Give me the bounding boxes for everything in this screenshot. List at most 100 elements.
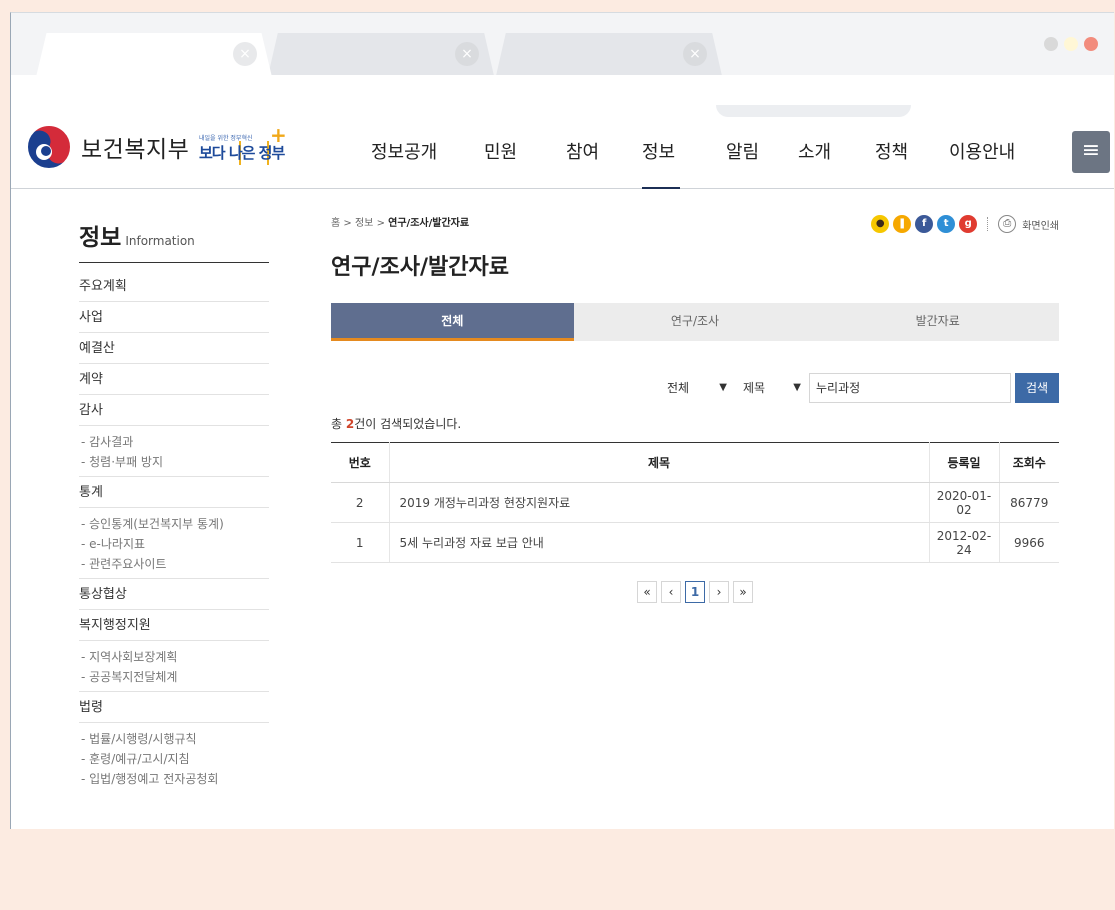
- sidebar-item-budget[interactable]: 예결산: [79, 333, 269, 364]
- close-tab-icon[interactable]: ×: [233, 42, 257, 66]
- sidebar-item-laws[interactable]: 법령: [79, 692, 269, 723]
- tab-strip: × × ×: [11, 13, 1114, 75]
- sidebar-title-en: Information: [125, 234, 195, 248]
- sidebar-item-projects[interactable]: 사업: [79, 302, 269, 333]
- kakaotalk-icon[interactable]: ●: [871, 215, 890, 233]
- sidebar-sub-hearing[interactable]: - 입법/행정예고 전자공청회: [79, 769, 269, 789]
- result-count: 총 2건이 검색되었습니다.: [331, 415, 1059, 432]
- tab-all[interactable]: 전체: [331, 303, 574, 341]
- tab-research[interactable]: 연구/조사: [573, 303, 817, 341]
- sidebar-sub-directives[interactable]: - 훈령/예규/고시/지침: [79, 749, 269, 769]
- sidebar-item-welfare-admin[interactable]: 복지행정지원: [79, 610, 269, 641]
- next-page-button[interactable]: ›: [709, 581, 729, 603]
- field-select-value: 제목: [743, 381, 766, 395]
- search-input[interactable]: 누리과정: [809, 373, 1011, 403]
- nav-info-disclosure[interactable]: 정보공개: [371, 117, 461, 189]
- column-header-title: 제목: [388, 442, 929, 483]
- window-controls: [1044, 37, 1098, 51]
- nav-civil-petition[interactable]: 민원: [484, 117, 546, 189]
- browser-tab-2[interactable]: ×: [268, 33, 494, 75]
- twitter-icon[interactable]: t: [937, 215, 956, 233]
- window-dot-icon[interactable]: [1084, 37, 1098, 51]
- chevron-down-icon: ▼: [793, 382, 801, 393]
- first-page-button[interactable]: «: [637, 581, 657, 603]
- field-select[interactable]: 제목 ▼: [737, 373, 807, 403]
- sidebar-laws-subs: - 법률/시행령/시행규칙 - 훈령/예규/고시/지침 - 입법/행정예고 전자…: [79, 723, 269, 793]
- google-plus-icon[interactable]: g: [959, 215, 978, 233]
- close-tab-icon[interactable]: ×: [455, 42, 479, 66]
- window-dot-icon[interactable]: [1064, 37, 1078, 51]
- sidebar-item-contracts[interactable]: 계약: [79, 364, 269, 395]
- page-title: 연구/조사/발간자료: [331, 255, 509, 280]
- nav-news[interactable]: 알림: [726, 117, 774, 189]
- sidebar-welfare-subs: - 지역사회보장계획 - 공공복지전달체계: [79, 641, 269, 692]
- plus-icon: +: [270, 123, 287, 147]
- browser-window: × × × 보건복지부 내일을 위한 정부혁신 보다 나은 정부 + 정보공개 …: [10, 12, 1114, 829]
- print-label[interactable]: 화면인쇄: [1022, 217, 1059, 232]
- sidebar-item-statistics[interactable]: 통계: [79, 477, 269, 508]
- sidebar-statistics-subs: - 승인통계(보건복지부 통계) - e-나라지표 - 관련주요사이트: [79, 508, 269, 579]
- result-number: 2: [345, 417, 355, 431]
- breadcrumb-separator: >: [343, 218, 352, 229]
- sidebar: 정보 Information 주요계획 사업 예결산 계약 감사 - 감사결과 -…: [79, 218, 269, 793]
- scope-select[interactable]: 전체 ▼: [661, 373, 733, 403]
- sidebar-title-ko: 정보: [79, 225, 122, 251]
- nav-guide[interactable]: 이용안내: [949, 117, 1039, 189]
- hamburger-menu-icon[interactable]: ≡: [1072, 131, 1110, 173]
- slogan-logo: 내일을 위한 정부혁신 보다 나은 정부 +: [199, 123, 287, 169]
- table-row[interactable]: 2 2019 개정누리과정 현장지원자료 2020-01-02 86779: [331, 482, 1059, 523]
- row-number: 2: [331, 482, 389, 523]
- sidebar-sub-approved-stats[interactable]: - 승인통계(보건복지부 통계): [79, 514, 269, 534]
- scope-select-value: 전체: [667, 381, 690, 395]
- breadcrumb-separator: >: [376, 218, 385, 229]
- table-row[interactable]: 1 5세 누리과정 자료 보급 안내 2012-02-24 9966: [331, 522, 1059, 563]
- category-tabs: 전체 연구/조사 발간자료: [331, 303, 1060, 341]
- divider: [987, 217, 989, 231]
- close-tab-icon[interactable]: ×: [683, 42, 707, 66]
- sidebar-sub-delivery-system[interactable]: - 공공복지전달체계: [79, 667, 269, 687]
- site-header: 보건복지부 내일을 위한 정부혁신 보다 나은 정부 + 정보공개 민원 참여 …: [11, 117, 1114, 189]
- nav-participation[interactable]: 참여: [566, 117, 626, 189]
- column-header-views: 조회수: [998, 442, 1059, 483]
- browser-tab-1[interactable]: ×: [36, 33, 272, 75]
- facebook-icon[interactable]: f: [915, 215, 934, 233]
- tab-publications[interactable]: 발간자료: [816, 303, 1060, 341]
- row-views: 9966: [998, 522, 1059, 563]
- sidebar-sub-anti-corruption[interactable]: - 청렴·부패 방지: [79, 452, 269, 472]
- row-date: 2012-02-24: [928, 522, 999, 563]
- result-suffix: 건이 검색되었습니다.: [354, 417, 462, 431]
- breadcrumb-level1[interactable]: 정보: [355, 218, 373, 229]
- sidebar-item-trade[interactable]: 통상협상: [79, 579, 269, 610]
- pagination: « ‹ 1 › »: [331, 581, 1059, 603]
- row-title-link[interactable]: 2019 개정누리과정 현장지원자료: [388, 482, 929, 523]
- browser-tab-3[interactable]: ×: [496, 33, 722, 75]
- table-header-row: 번호 제목 등록일 조회수: [331, 442, 1059, 483]
- prev-page-button[interactable]: ‹: [661, 581, 681, 603]
- sidebar-sub-local-plan[interactable]: - 지역사회보장계획: [79, 647, 269, 667]
- breadcrumb-current: 연구/조사/발간자료: [388, 218, 470, 229]
- sidebar-sub-acts[interactable]: - 법률/시행령/시행규칙: [79, 729, 269, 749]
- kakaostory-icon[interactable]: ❚: [893, 215, 912, 233]
- print-icon[interactable]: ⎙: [998, 215, 1017, 233]
- address-bar-edge: [716, 105, 911, 117]
- sidebar-sub-e-nara[interactable]: - e-나라지표: [79, 534, 269, 554]
- sidebar-sub-related-sites[interactable]: - 관련주요사이트: [79, 554, 269, 574]
- main-nav: 정보공개 민원 참여 정보 알림 소개 정책 이용안내: [341, 117, 1039, 189]
- window-dot-icon[interactable]: [1044, 37, 1058, 51]
- nav-about[interactable]: 소개: [798, 117, 858, 189]
- breadcrumb-home[interactable]: 홈: [331, 218, 340, 229]
- share-bar: ● ❚ f t g ⎙ 화면인쇄: [871, 215, 1059, 233]
- sidebar-sub-audit-results[interactable]: - 감사결과: [79, 432, 269, 452]
- site-logo[interactable]: 보건복지부: [25, 123, 189, 171]
- nav-policy[interactable]: 정책: [875, 117, 935, 189]
- ministry-name: 보건복지부: [81, 137, 190, 163]
- last-page-button[interactable]: »: [733, 581, 753, 603]
- search-button[interactable]: 검색: [1015, 373, 1059, 403]
- column-header-number: 번호: [331, 442, 389, 483]
- sidebar-item-audit[interactable]: 감사: [79, 395, 269, 426]
- nav-information[interactable]: 정보: [642, 117, 680, 189]
- main-content: 홈 > 정보 > 연구/조사/발간자료 ● ❚ f t g ⎙ 화면인쇄 연구/…: [331, 213, 1060, 603]
- sidebar-item-major-plans[interactable]: 주요계획: [79, 271, 269, 302]
- row-title-link[interactable]: 5세 누리과정 자료 보급 안내: [388, 522, 929, 563]
- page-number-button[interactable]: 1: [685, 581, 705, 603]
